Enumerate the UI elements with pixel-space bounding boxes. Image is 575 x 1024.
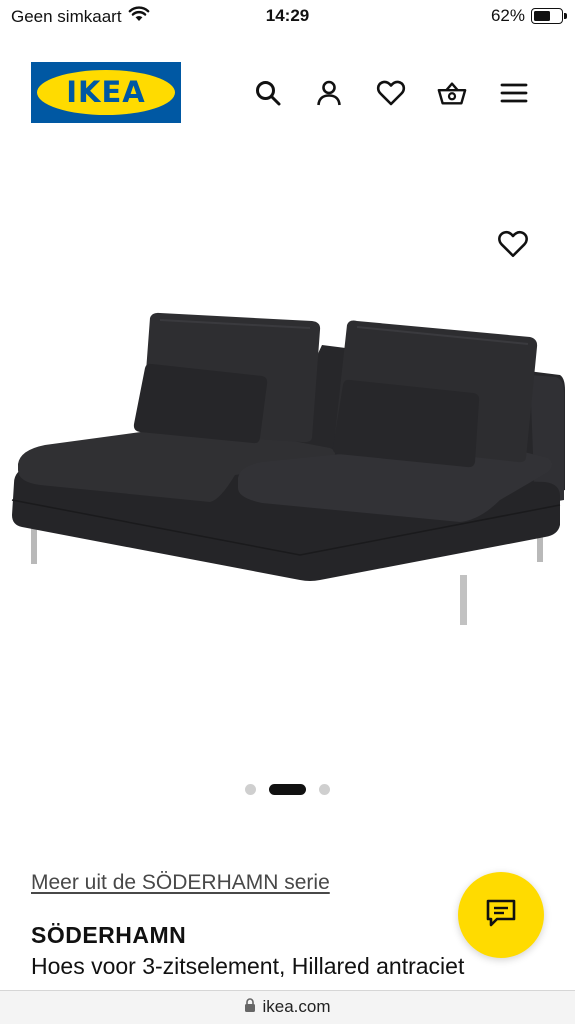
battery-level-fill — [534, 11, 550, 21]
ikea-logo[interactable]: IKEA — [31, 62, 181, 123]
status-time: 14:29 — [265, 6, 310, 25]
carousel-dot[interactable] — [319, 784, 330, 795]
account-icon[interactable] — [314, 78, 344, 108]
product-name: SÖDERHAMN — [31, 922, 187, 948]
logo-text: IKEA — [66, 75, 146, 109]
product-description: Hoes voor 3-zitselement, Hillared antrac… — [31, 953, 465, 979]
add-to-wishlist-heart-icon[interactable] — [497, 229, 529, 261]
battery-percent: 62% — [490, 6, 525, 25]
lock-icon — [244, 997, 256, 1017]
url-domain: ikea.com — [262, 997, 331, 1016]
product-image-sofa[interactable] — [0, 200, 575, 760]
battery-icon — [531, 8, 567, 24]
shopping-basket-icon[interactable] — [437, 78, 467, 108]
status-bar: Geen simkaart 14:29 62% — [0, 0, 575, 32]
carousel-dot-active[interactable] — [269, 784, 306, 795]
wishlist-heart-icon[interactable] — [376, 78, 406, 108]
carousel-dot[interactable] — [245, 784, 256, 795]
menu-icon[interactable] — [499, 78, 529, 108]
series-link[interactable]: Meer uit de SÖDERHAMN serie — [31, 871, 330, 895]
browser-url-bar[interactable]: ikea.com — [0, 990, 575, 1024]
search-icon[interactable] — [253, 78, 283, 108]
status-right: 62% — [490, 6, 567, 26]
carousel-indicator — [0, 783, 575, 795]
chat-bubble-icon — [485, 897, 517, 934]
chat-button[interactable] — [458, 872, 544, 958]
